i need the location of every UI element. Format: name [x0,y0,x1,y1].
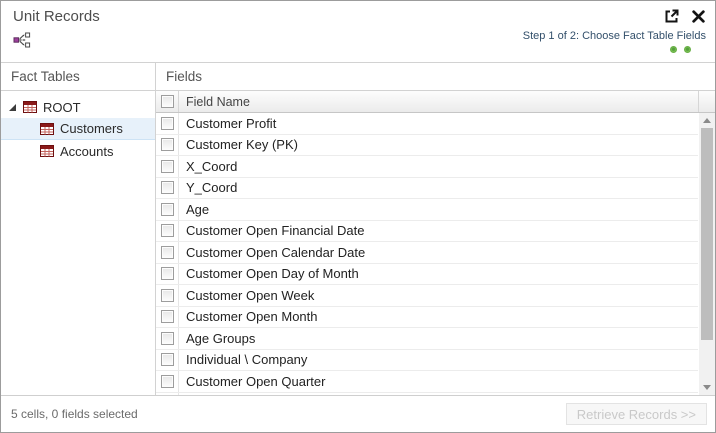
tree-item-label: ROOT [43,100,81,115]
table-row[interactable]: Customer Open Quarter [156,371,698,393]
select-all-checkbox[interactable] [161,95,174,108]
main-area: Fact Tables ROOT [1,62,715,395]
table-row-partial[interactable] [156,393,698,396]
table-row[interactable]: Age Groups [156,328,698,350]
tree-children: Customers Accounts [1,118,155,162]
header-scroll-stub [698,91,715,112]
field-checkbox[interactable] [161,267,174,280]
checkbox-cell [156,242,179,263]
field-checkbox[interactable] [161,138,174,151]
table-row[interactable]: Customer Key (PK) [156,135,698,157]
open-external-icon[interactable] [663,8,680,25]
vertical-scrollbar[interactable] [699,113,715,395]
field-name-label: Age Groups [179,328,698,349]
field-name-label: Customer Open Day of Month [179,264,698,285]
dialog-header: Unit Records [1,1,715,62]
table-row[interactable]: Customer Open Week [156,285,698,307]
field-checkbox[interactable] [161,310,174,323]
tree-item-label: Customers [60,121,123,136]
checkbox-cell [156,178,179,199]
select-all-cell [156,91,179,112]
table-row[interactable]: Customer Profit [156,113,698,135]
field-name-label: Customer Profit [179,113,698,134]
selection-status: 5 cells, 0 fields selected [9,407,138,421]
table-row[interactable]: Age [156,199,698,221]
field-name-label: Customer Open Quarter [179,371,698,392]
field-name-label: Customer Open Month [179,307,698,328]
checkbox-cell [156,221,179,242]
checkbox-cell [156,371,179,392]
fact-tables-panel-title: Fact Tables [1,63,155,91]
field-name-column-header: Field Name [179,91,698,112]
field-checkbox[interactable] [161,203,174,216]
table-grid-icon [40,123,54,135]
checkbox-cell [156,199,179,220]
field-name-label: Customer Open Calendar Date [179,242,698,263]
field-checkbox[interactable] [161,332,174,345]
step-dot-icon [670,46,677,53]
field-name-label: Individual \ Company [179,350,698,371]
scroll-down-icon[interactable] [699,380,715,395]
field-checkbox[interactable] [161,224,174,237]
fact-tables-panel: Fact Tables ROOT [1,63,156,395]
tree-item[interactable]: Accounts [1,140,155,162]
field-checkbox[interactable] [161,160,174,173]
table-grid-icon [23,101,37,113]
tree-item[interactable]: Customers [1,118,155,140]
field-checkbox[interactable] [161,117,174,130]
share-network-icon[interactable] [13,32,31,48]
table-row[interactable]: Customer Open Month [156,307,698,329]
tree-expanded-icon[interactable] [8,103,17,112]
unit-records-dialog: Unit Records [0,0,716,433]
checkbox-cell [156,156,179,177]
field-name-label: Age [179,199,698,220]
field-name-label: Y_Coord [179,178,698,199]
checkbox-cell [156,264,179,285]
dialog-footer: 5 cells, 0 fields selected Retrieve Reco… [1,395,715,432]
tree-item-label: Accounts [60,144,113,159]
step-label: Step 1 of 2: Choose Fact Table Fields [523,30,706,42]
step-dot-icon [684,46,691,53]
field-name-label: Customer Key (PK) [179,135,698,156]
field-checkbox[interactable] [161,353,174,366]
table-row[interactable]: X_Coord [156,156,698,178]
tree-item-root[interactable]: ROOT [1,96,155,118]
checkbox-cell [156,135,179,156]
checkbox-cell [156,307,179,328]
table-row[interactable]: Individual \ Company [156,350,698,372]
field-checkbox[interactable] [161,246,174,259]
field-name-label: X_Coord [179,156,698,177]
field-name-label [179,393,698,396]
close-icon[interactable] [691,9,706,24]
fact-tables-tree: ROOT Customers Accounts [1,91,155,162]
fields-table-body: Customer Profit Customer Key (PK) X_Coor… [156,113,715,395]
field-rows: Customer Profit Customer Key (PK) X_Coor… [156,113,698,395]
field-checkbox[interactable] [161,289,174,302]
field-name-label: Customer Open Financial Date [179,221,698,242]
step-dots [523,46,706,53]
checkbox-cell [156,113,179,134]
checkbox-cell [156,328,179,349]
page-title: Unit Records [13,8,100,25]
checkbox-cell [156,350,179,371]
table-grid-icon [40,145,54,157]
fields-panel-title: Fields [156,63,715,91]
fields-panel: Fields Field Name Customer Profit Custom… [156,63,715,395]
step-indicator: Step 1 of 2: Choose Fact Table Fields [523,30,706,53]
field-checkbox[interactable] [161,375,174,388]
field-name-label: Customer Open Week [179,285,698,306]
field-checkbox[interactable] [161,181,174,194]
checkbox-cell [156,393,179,396]
table-row[interactable]: Customer Open Financial Date [156,221,698,243]
scrollbar-thumb[interactable] [701,128,713,340]
table-row[interactable]: Customer Open Day of Month [156,264,698,286]
fields-table-header: Field Name [156,91,715,113]
table-row[interactable]: Y_Coord [156,178,698,200]
retrieve-records-button[interactable]: Retrieve Records >> [566,403,707,425]
checkbox-cell [156,285,179,306]
table-row[interactable]: Customer Open Calendar Date [156,242,698,264]
scroll-up-icon[interactable] [699,113,715,128]
